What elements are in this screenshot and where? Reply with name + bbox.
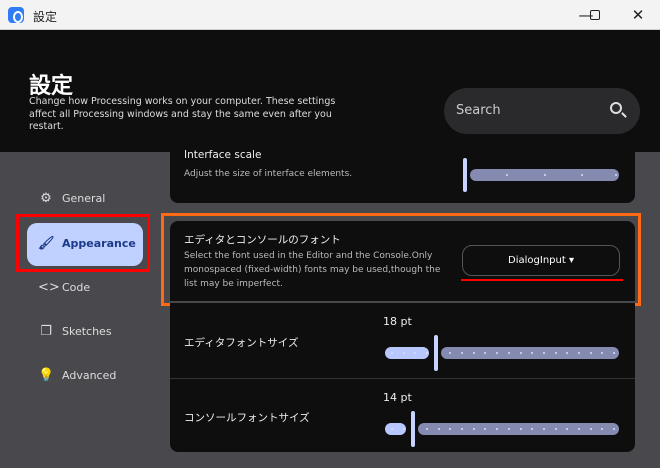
console-font-size-title: コンソールフォントサイズ <box>184 412 310 424</box>
interface-scale-title: Interface scale <box>184 149 262 161</box>
highlight-box-appearance <box>16 214 150 272</box>
slider-tick <box>496 352 499 354</box>
sidebar-item-label: Code <box>62 281 91 294</box>
window-title: 設定 <box>33 10 58 24</box>
slider-tick <box>507 428 510 430</box>
slider-tick <box>449 428 452 430</box>
processing-app-icon <box>8 7 24 23</box>
console-font-size-value: 14 pt <box>383 391 412 404</box>
slider-tick <box>472 352 475 354</box>
slider-tick <box>484 428 487 430</box>
slider-tick <box>613 428 615 430</box>
slider-tick <box>566 352 569 354</box>
maximize-button[interactable] <box>577 4 613 26</box>
editor-font-size-title: エディタフォントサイズ <box>184 337 299 349</box>
editor-font-size-slider[interactable] <box>385 335 619 371</box>
sidebar-item-label: General <box>62 192 106 205</box>
sidebar-item-label: Sketches <box>62 325 112 338</box>
slider-tick <box>402 428 405 430</box>
slider-handle[interactable] <box>434 335 438 371</box>
highlight-box-font <box>161 213 641 306</box>
slider-tick <box>472 428 475 430</box>
slider-tick <box>437 428 440 430</box>
slider-tick <box>519 352 522 354</box>
slider-tick <box>414 352 417 354</box>
slider-tick <box>613 352 615 354</box>
code-icon: <> <box>38 280 60 295</box>
slider-tick <box>496 428 499 430</box>
sidebar-item-advanced[interactable]: 💡 Advanced <box>27 355 143 398</box>
slider-tick <box>543 174 546 176</box>
slider-tick <box>542 428 545 430</box>
slider-tick <box>426 352 429 354</box>
console-font-size-slider[interactable] <box>385 411 619 447</box>
divider <box>170 378 635 379</box>
slider-tick <box>391 428 393 430</box>
interface-scale-handle[interactable] <box>463 158 467 192</box>
slider-tick <box>507 352 510 354</box>
slider-active-track <box>385 347 429 359</box>
slider-tick <box>506 174 509 176</box>
slider-tick <box>531 428 534 430</box>
slider-tick <box>402 352 405 354</box>
gear-icon: ⚙ <box>40 191 52 206</box>
editor-font-size-value: 18 pt <box>383 315 412 328</box>
close-button[interactable]: ✕ <box>620 4 656 26</box>
sidebar-item-code[interactable]: <> Code <box>27 267 143 310</box>
maximize-icon <box>590 10 600 20</box>
slider-tick <box>449 352 452 354</box>
slider-tick <box>554 352 557 354</box>
slider-inactive-track <box>418 423 619 435</box>
slider-tick <box>601 352 604 354</box>
sidebar-item-sketches[interactable]: ❐ Sketches <box>27 311 143 354</box>
slider-tick <box>577 428 580 430</box>
slider-active-track <box>385 423 406 435</box>
lightbulb-icon: 💡 <box>38 368 55 383</box>
slider-tick <box>615 174 618 176</box>
slider-tick <box>589 352 592 354</box>
slider-tick <box>580 174 583 176</box>
slider-tick <box>577 352 580 354</box>
slider-inactive-track <box>441 347 619 359</box>
interface-scale-description: Adjust the size of interface elements. <box>184 169 353 179</box>
slider-tick <box>554 428 557 430</box>
interface-scale-track[interactable] <box>470 169 619 181</box>
slider-tick <box>542 352 545 354</box>
title-bar: 設定 — ✕ <box>0 0 660 30</box>
slider-tick <box>566 428 569 430</box>
slider-tick <box>601 428 604 430</box>
search-input[interactable]: Search <box>444 88 640 134</box>
page-description: Change how Processing works on your comp… <box>29 96 336 132</box>
search-icon[interactable] <box>610 102 622 114</box>
search-placeholder: Search <box>456 103 501 118</box>
slider-tick <box>589 428 592 430</box>
interface-scale-card: Interface scale Adjust the size of inter… <box>170 145 635 203</box>
slider-tick <box>531 352 534 354</box>
font-size-card: エディタフォントサイズ 18 pt コンソールフォントサイズ 14 pt <box>170 303 635 452</box>
slider-handle[interactable] <box>411 411 415 447</box>
slider-tick <box>461 352 464 354</box>
slider-tick <box>426 428 429 430</box>
slider-tick <box>519 428 522 430</box>
slider-tick <box>461 428 464 430</box>
windows-icon: ❐ <box>40 324 52 339</box>
sidebar-item-label: Advanced <box>62 369 117 382</box>
slider-tick <box>484 352 487 354</box>
slider-tick <box>391 352 393 354</box>
